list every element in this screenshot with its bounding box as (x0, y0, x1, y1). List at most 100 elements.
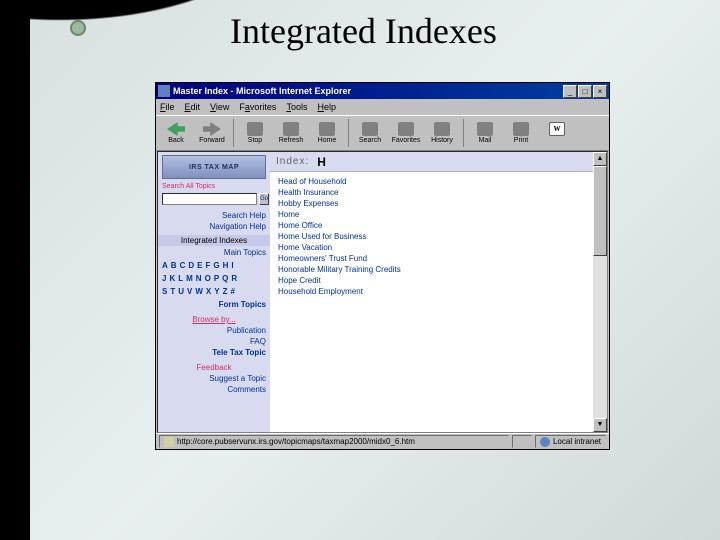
teletax-link[interactable]: Tele Tax Topic (162, 348, 266, 357)
alpha-letter-I[interactable]: I (231, 261, 233, 270)
menu-view[interactable]: View (210, 102, 229, 112)
alpha-letter-B[interactable]: B (171, 261, 177, 270)
edit-button[interactable]: W (540, 117, 574, 149)
alpha-letter-P[interactable]: P (214, 274, 219, 283)
index-letter: H (317, 155, 326, 169)
print-icon (513, 122, 529, 136)
alpha-letter-H[interactable]: H (223, 261, 229, 270)
titlebar[interactable]: Master Index - Microsoft Internet Explor… (156, 83, 609, 99)
alpha-letter-A[interactable]: A (162, 261, 168, 270)
stop-icon (247, 122, 263, 136)
alpha-letter-W[interactable]: W (195, 287, 203, 296)
alpha-letter-C[interactable]: C (180, 261, 186, 270)
toolbar-separator (463, 119, 464, 147)
close-button[interactable]: × (593, 85, 607, 98)
alpha-index-row1: ABCDEFGHI (162, 259, 266, 272)
index-item[interactable]: Hope Credit (278, 275, 585, 286)
publication-link[interactable]: Publication (162, 326, 266, 335)
scroll-down-button[interactable]: ▼ (593, 418, 607, 432)
alpha-letter-U[interactable]: U (178, 287, 184, 296)
suggest-topic-link[interactable]: Suggest a Topic (162, 374, 266, 383)
favorites-label: Favorites (392, 137, 421, 144)
alpha-letter-J[interactable]: J (162, 274, 166, 283)
alpha-letter-L[interactable]: L (178, 274, 183, 283)
index-item[interactable]: Household Employment (278, 286, 585, 297)
alpha-letter-D[interactable]: D (188, 261, 194, 270)
index-list: Head of HouseholdHealth InsuranceHobby E… (270, 172, 593, 301)
favorites-button[interactable]: Favorites (389, 117, 423, 149)
index-item[interactable]: Homeowners' Trust Fund (278, 253, 585, 264)
index-item[interactable]: Honorable Military Training Credits (278, 264, 585, 275)
refresh-button[interactable]: Refresh (274, 117, 308, 149)
edit-icon: W (549, 122, 565, 136)
toolbar: Back Forward Stop Refresh Home Search Fa… (156, 115, 609, 151)
main-topics-link[interactable]: Main Topics (162, 248, 266, 257)
forward-arrow-icon (203, 122, 221, 136)
alpha-letter-X[interactable]: X (206, 287, 211, 296)
alpha-letter-T[interactable]: T (170, 287, 175, 296)
scroll-up-button[interactable]: ▲ (593, 152, 607, 166)
forward-label: Forward (199, 137, 225, 144)
alpha-letter-K[interactable]: K (169, 274, 175, 283)
slide-bullet-icon (70, 20, 86, 36)
alpha-index-row2: JKLMNOPQR (162, 272, 266, 285)
scroll-track[interactable] (593, 166, 607, 418)
navigation-help-link[interactable]: Navigation Help (162, 222, 266, 231)
minimize-button[interactable]: _ (563, 85, 577, 98)
menu-edit[interactable]: Edit (185, 102, 201, 112)
index-item[interactable]: Head of Household (278, 176, 585, 187)
index-item[interactable]: Home Office (278, 220, 585, 231)
search-button[interactable]: Search (353, 117, 387, 149)
mail-icon (477, 122, 493, 136)
alpha-letter-O[interactable]: O (205, 274, 211, 283)
scroll-thumb[interactable] (593, 166, 607, 256)
print-label: Print (514, 137, 528, 144)
history-button[interactable]: History (425, 117, 459, 149)
alpha-letter-N[interactable]: N (196, 274, 202, 283)
forward-button[interactable]: Forward (195, 117, 229, 149)
form-topics-link[interactable]: Form Topics (162, 300, 266, 309)
alpha-letter-F[interactable]: F (205, 261, 210, 270)
index-item[interactable]: Home Vacation (278, 242, 585, 253)
zone-icon (540, 437, 550, 447)
alpha-letter-E[interactable]: E (197, 261, 202, 270)
index-header: Index: H (270, 152, 593, 172)
alpha-letter-Z[interactable]: Z (223, 287, 228, 296)
home-label: Home (318, 137, 337, 144)
stop-button[interactable]: Stop (238, 117, 272, 149)
maximize-button[interactable]: □ (578, 85, 592, 98)
home-icon (319, 122, 335, 136)
go-button[interactable]: Go (259, 193, 269, 205)
search-input[interactable] (162, 193, 257, 205)
ie-icon (158, 85, 170, 97)
index-item[interactable]: Home (278, 209, 585, 220)
back-button[interactable]: Back (159, 117, 193, 149)
window-title: Master Index - Microsoft Internet Explor… (173, 86, 562, 96)
print-button[interactable]: Print (504, 117, 538, 149)
search-help-link[interactable]: Search Help (162, 211, 266, 220)
alpha-letter-G[interactable]: G (213, 261, 219, 270)
favorites-icon (398, 122, 414, 136)
mail-button[interactable]: Mail (468, 117, 502, 149)
alpha-letter-V[interactable]: V (187, 287, 192, 296)
index-item[interactable]: Health Insurance (278, 187, 585, 198)
menu-file[interactable]: File (160, 102, 175, 112)
menu-favorites[interactable]: Favorites (239, 102, 276, 112)
comments-link[interactable]: Comments (162, 385, 266, 394)
menu-help[interactable]: Help (317, 102, 336, 112)
home-button[interactable]: Home (310, 117, 344, 149)
alpha-letter-Q[interactable]: Q (222, 274, 228, 283)
alpha-letter-Y[interactable]: Y (214, 287, 219, 296)
vertical-scrollbar[interactable]: ▲ ▼ (593, 152, 607, 432)
index-item[interactable]: Hobby Expenses (278, 198, 585, 209)
alpha-letter-S[interactable]: S (162, 287, 167, 296)
slide-title: Integrated Indexes (230, 10, 497, 52)
page-icon (164, 437, 174, 447)
stop-label: Stop (248, 137, 262, 144)
alpha-letter-#[interactable]: # (231, 287, 235, 296)
alpha-letter-M[interactable]: M (186, 274, 193, 283)
index-item[interactable]: Home Used for Business (278, 231, 585, 242)
faq-link[interactable]: FAQ (162, 337, 266, 346)
alpha-letter-R[interactable]: R (231, 274, 237, 283)
menu-tools[interactable]: Tools (286, 102, 307, 112)
